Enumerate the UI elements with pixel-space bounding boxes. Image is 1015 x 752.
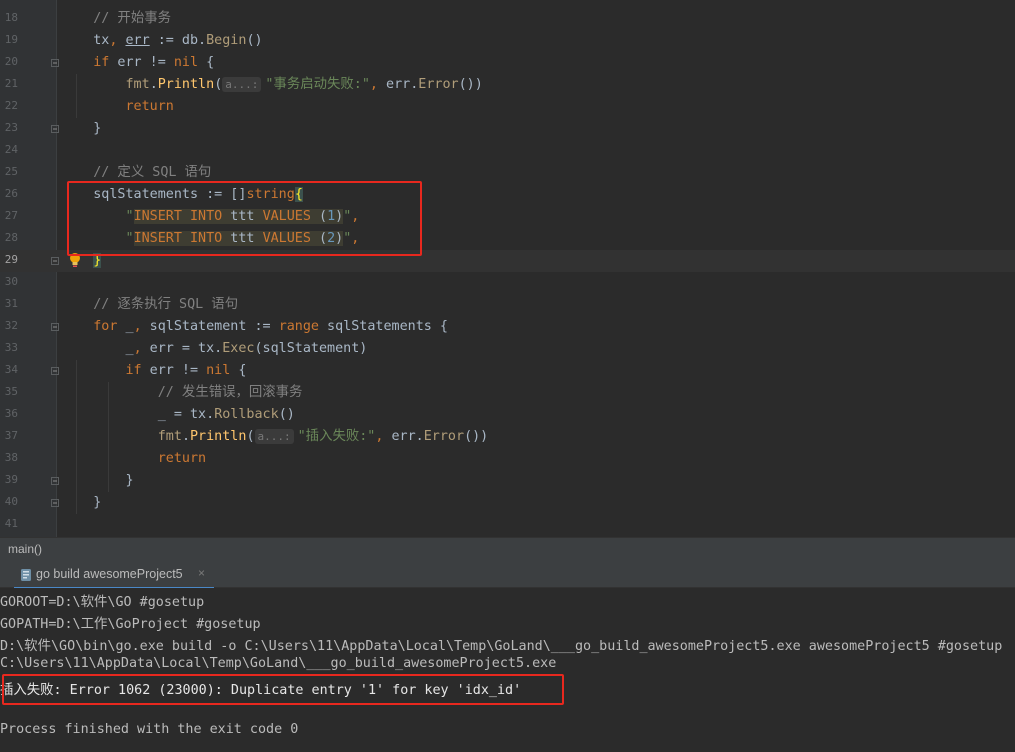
code-line-40[interactable]: 40 }: [0, 492, 1015, 514]
code-line-21[interactable]: 21 fmt.Println(a...: "事务启动失败:", err.Error…: [0, 74, 1015, 96]
code-text: _, err = tx.Exec(sqlStatement): [61, 341, 368, 356]
code-line-33[interactable]: 33 _, err = tx.Exec(sqlStatement): [0, 338, 1015, 360]
code-line-19[interactable]: 19 tx, err := db.Begin(): [0, 30, 1015, 52]
console-exit-line: Process finished with the exit code 0: [0, 722, 299, 737]
code-text: fmt.Println(a...: "事务启动失败:", err.Error()): [125, 77, 483, 92]
line-number: 41: [4, 517, 18, 530]
console-line: C:\Users\11\AppData\Local\Temp\GoLand\__…: [0, 656, 557, 671]
line-number: 26: [4, 187, 18, 200]
line-number: 21: [4, 77, 18, 90]
line-number: 18: [4, 11, 18, 24]
code-text: return: [157, 451, 207, 466]
fold-marker-icon[interactable]: [51, 367, 59, 375]
line-number: 32: [4, 319, 18, 332]
code-text: // 逐条执行 SQL 语句: [61, 297, 239, 312]
param-hint: a...:: [222, 77, 262, 92]
line-number: 25: [4, 165, 18, 178]
line-number: 30: [4, 275, 18, 288]
code-line-39[interactable]: 39 }: [0, 470, 1015, 492]
console-line: GOPATH=D:\工作\GoProject #gosetup: [0, 617, 261, 632]
console-line: GOROOT=D:\软件\GO #gosetup: [0, 595, 205, 610]
run-tool-window-tabs: go build awesomeProject5 ×: [0, 562, 1015, 589]
line-number: 34: [4, 363, 18, 376]
code-text: }: [61, 495, 102, 510]
go-build-icon: [20, 567, 32, 586]
line-number: 24: [4, 143, 18, 156]
line-number: 37: [4, 429, 18, 442]
fold-marker-icon[interactable]: [51, 59, 59, 67]
code-line-30[interactable]: 30: [0, 272, 1015, 294]
code-line-41[interactable]: 41: [0, 514, 1015, 536]
code-text: for _, sqlStatement := range sqlStatemen…: [93, 319, 448, 334]
line-number: 27: [4, 209, 18, 222]
line-number: 38: [4, 451, 18, 464]
code-line-22[interactable]: 22 return: [0, 96, 1015, 118]
code-line-18[interactable]: 18 // 开始事务: [0, 8, 1015, 30]
line-number: 19: [4, 33, 18, 46]
breadcrumb-function[interactable]: main(): [8, 542, 42, 556]
line-number: 20: [4, 55, 18, 68]
code-text: if err != nil {: [125, 363, 247, 378]
code-text: fmt.Println(a...: "插入失败:", err.Error()): [157, 429, 489, 444]
tab-run-config[interactable]: go build awesomeProject5 ×: [14, 562, 214, 589]
code-text: tx, err := db.Begin(): [61, 33, 263, 48]
code-line-23[interactable]: 23 }: [0, 118, 1015, 140]
code-text: if err != nil {: [93, 55, 215, 70]
line-number: 29: [4, 253, 18, 266]
run-console[interactable]: GOROOT=D:\软件\GO #gosetup GOPATH=D:\工作\Go…: [0, 588, 1015, 752]
highlight-box-sql-statements: [67, 181, 422, 256]
code-text: // 定义 SQL 语句: [61, 165, 212, 180]
fold-marker-icon[interactable]: [51, 257, 59, 265]
code-line-24[interactable]: 24: [0, 140, 1015, 162]
code-line-34[interactable]: 34 if err != nil {: [0, 360, 1015, 382]
close-icon[interactable]: ×: [198, 566, 205, 580]
tab-label: go build awesomeProject5: [36, 567, 183, 581]
line-number: 35: [4, 385, 18, 398]
code-line-32[interactable]: 32 for _, sqlStatement := range sqlState…: [0, 316, 1015, 338]
fold-marker-icon[interactable]: [51, 477, 59, 485]
code-text: }: [61, 121, 102, 136]
code-line-31[interactable]: 31 // 逐条执行 SQL 语句: [0, 294, 1015, 316]
code-line-37[interactable]: 37 fmt.Println(a...: "插入失败:", err.Error()…: [0, 426, 1015, 448]
code-line-36[interactable]: 36 _ = tx.Rollback(): [0, 404, 1015, 426]
code-text: return: [125, 99, 174, 114]
code-text: // 发生错误，回滚事务: [61, 385, 303, 400]
line-number: 23: [4, 121, 18, 134]
fold-marker-icon[interactable]: [51, 323, 59, 331]
fold-marker-icon[interactable]: [51, 499, 59, 507]
line-number: 31: [4, 297, 18, 310]
breadcrumb[interactable]: main(): [0, 537, 1015, 562]
param-hint: a...:: [254, 429, 294, 444]
highlight-box-error: [2, 674, 564, 705]
fold-marker-icon[interactable]: [51, 125, 59, 133]
line-number: 39: [4, 473, 18, 486]
code-text: }: [61, 473, 134, 488]
line-number: 36: [4, 407, 18, 420]
code-line-38[interactable]: 38 return: [0, 448, 1015, 470]
code-text: // 开始事务: [61, 11, 171, 26]
line-number: 22: [4, 99, 18, 112]
line-number: 33: [4, 341, 18, 354]
line-number: 28: [4, 231, 18, 244]
code-text: _ = tx.Rollback(): [61, 407, 295, 422]
code-editor[interactable]: 18 // 开始事务 19 tx, err := db.Begin() 20 i…: [0, 0, 1015, 537]
code-line-20[interactable]: 20 if err != nil {: [0, 52, 1015, 74]
code-line-35[interactable]: 35 // 发生错误，回滚事务: [0, 382, 1015, 404]
line-number: 40: [4, 495, 18, 508]
console-line: D:\软件\GO\bin\go.exe build -o C:\Users\11…: [0, 639, 1003, 654]
